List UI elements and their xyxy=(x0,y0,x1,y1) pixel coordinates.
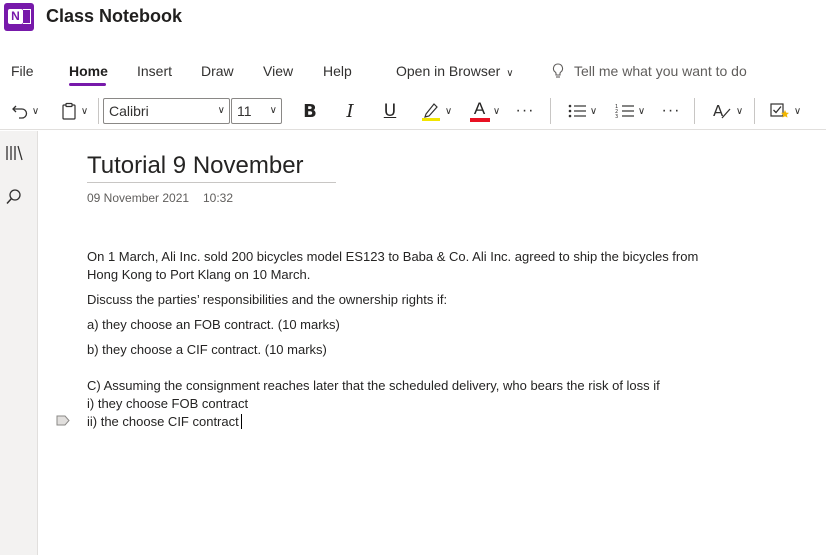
font-name-value: Calibri xyxy=(109,103,149,119)
ribbon-tabs: File Home Insert Draw View Help Open in … xyxy=(0,54,826,88)
chevron-down-icon: ∨ xyxy=(589,105,598,117)
styles-button[interactable]: A ∨ xyxy=(706,98,748,124)
highlighter-icon xyxy=(421,103,440,121)
tab-home[interactable]: Home xyxy=(69,63,108,79)
open-in-browser-button[interactable]: Open in Browser ∨ xyxy=(396,63,514,79)
open-in-browser-label: Open in Browser xyxy=(396,63,501,79)
more-paragraph-button[interactable]: ··· xyxy=(658,98,684,124)
undo-button[interactable]: ∨ xyxy=(6,98,44,124)
chevron-down-icon: ∨ xyxy=(269,105,277,116)
tell-me-placeholder: Tell me what you want to do xyxy=(574,63,747,79)
note-paragraph[interactable]: On 1 March, Ali Inc. sold 200 bicycles m… xyxy=(87,248,727,284)
onenote-logo-icon: N xyxy=(4,3,34,31)
bold-button[interactable]: B xyxy=(296,98,324,124)
title-bar: N Class Notebook xyxy=(0,0,826,46)
search-icon[interactable] xyxy=(4,187,24,207)
tab-insert[interactable]: Insert xyxy=(137,63,172,79)
more-formatting-button[interactable]: ··· xyxy=(512,98,538,124)
chevron-down-icon: ∨ xyxy=(31,105,40,117)
undo-icon xyxy=(11,105,27,119)
font-color-swatch xyxy=(469,118,490,122)
app-title: Class Notebook xyxy=(46,6,183,26)
svg-text:3: 3 xyxy=(615,114,618,120)
page-date: 09 November 2021 xyxy=(87,191,190,205)
paragraph-handle-icon[interactable] xyxy=(56,415,70,426)
tab-view[interactable]: View xyxy=(263,63,293,79)
notebooks-library-icon[interactable] xyxy=(4,143,24,163)
note-paragraph[interactable]: Discuss the parties’ responsibilities an… xyxy=(87,291,447,309)
note-paragraph[interactable]: b) they choose a CIF contract. (10 marks… xyxy=(87,341,327,359)
font-size-select[interactable]: 11 ∨ xyxy=(231,98,282,124)
chevron-down-icon: ∨ xyxy=(80,105,89,117)
note-paragraph[interactable]: i) they choose FOB contract xyxy=(87,395,248,413)
font-size-value: 11 xyxy=(237,103,252,119)
italic-button[interactable]: I xyxy=(336,98,364,124)
divider xyxy=(550,98,551,124)
underline-button[interactable]: U xyxy=(376,98,404,124)
page-time: 10:32 xyxy=(203,191,234,205)
chevron-down-icon: ∨ xyxy=(506,68,514,79)
chevron-down-icon: ∨ xyxy=(735,105,744,117)
numbered-list-icon: 123 xyxy=(615,104,634,120)
note-paragraph-active[interactable]: ii) the choose CIF contract xyxy=(87,413,242,431)
tab-draw[interactable]: Draw xyxy=(201,63,234,79)
font-color-glyph: A xyxy=(473,99,486,118)
divider xyxy=(98,98,99,124)
tell-me-search[interactable]: Tell me what you want to do xyxy=(552,63,747,79)
note-paragraph[interactable]: a) they choose an FOB contract. (10 mark… xyxy=(87,316,340,334)
ribbon-toolbar: ∨ ∨ Calibri ∨ 11 ∨ B I U ∨ A ∨ ··· ∨ 1 2 3 ∨ … xyxy=(0,92,826,130)
bullets-button[interactable]: ∨ xyxy=(562,98,602,124)
numbering-button[interactable]: 1 2 3 ∨ xyxy=(610,98,650,124)
divider xyxy=(754,98,755,124)
tag-button[interactable]: ∨ xyxy=(764,98,806,124)
highlight-button[interactable]: ∨ xyxy=(415,98,457,124)
tab-file[interactable]: File xyxy=(11,63,34,79)
paste-button[interactable]: ∨ xyxy=(55,98,93,124)
title-underline xyxy=(87,182,336,183)
left-navigation-rail xyxy=(0,131,38,555)
lightbulb-icon xyxy=(552,63,564,78)
page-title[interactable]: Tutorial 9 November xyxy=(87,152,304,180)
active-tab-indicator xyxy=(69,83,106,86)
font-name-select[interactable]: Calibri ∨ xyxy=(103,98,230,124)
divider xyxy=(694,98,695,124)
styles-icon: A xyxy=(713,102,731,120)
note-text: ii) the choose CIF contract xyxy=(87,414,239,429)
font-color-button[interactable]: A ∨ xyxy=(464,98,506,124)
chevron-down-icon: ∨ xyxy=(492,105,501,117)
todo-tag-star-icon xyxy=(770,103,789,118)
tab-help[interactable]: Help xyxy=(323,63,352,79)
bullet-list-icon xyxy=(568,104,586,118)
chevron-down-icon: ∨ xyxy=(637,105,646,117)
chevron-down-icon: ∨ xyxy=(444,105,453,117)
chevron-down-icon: ∨ xyxy=(217,105,225,116)
clipboard-icon xyxy=(62,102,76,120)
text-cursor xyxy=(240,414,242,429)
chevron-down-icon: ∨ xyxy=(793,105,802,117)
note-paragraph[interactable]: C) Assuming the consignment reaches late… xyxy=(87,377,660,395)
